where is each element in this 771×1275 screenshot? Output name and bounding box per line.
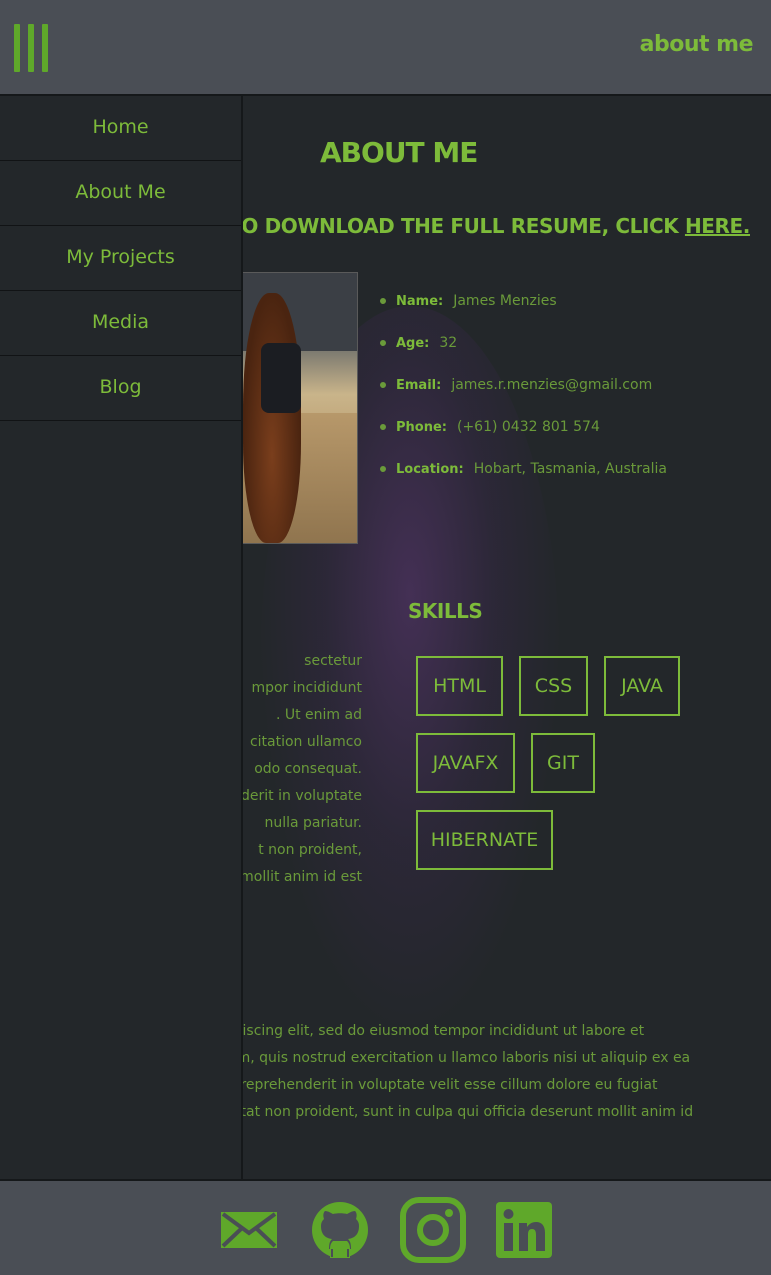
side-navigation: Home About Me My Projects Media Blog (0, 96, 243, 1179)
nav-item-about-me[interactable]: About Me (0, 161, 241, 226)
email-icon[interactable] (219, 1199, 279, 1261)
skill-badge-hibernate: HIBERNATE (416, 810, 553, 870)
skill-badge-java: JAVA (604, 656, 680, 716)
nav-item-blog[interactable]: Blog (0, 356, 241, 421)
menu-bar (14, 24, 20, 72)
info-age: Age: 32 (380, 334, 667, 376)
linkedin-icon[interactable] (494, 1199, 554, 1261)
skill-badge-css: CSS (519, 656, 588, 716)
skill-badge-javafx: JAVAFX (416, 733, 515, 793)
info-email: Email: james.r.menzies@gmail.com (380, 376, 667, 418)
info-phone: Phone: (+61) 0432 801 574 (380, 418, 667, 460)
header-title: about me (639, 32, 754, 57)
personal-info-list: Name: James Menzies Age: 32 Email: james.r.… (380, 292, 667, 502)
info-location: Location: Hobart, Tasmania, Australia (380, 460, 667, 502)
skills-heading: SKILLS (408, 599, 483, 623)
skill-badge-git: GIT (531, 733, 595, 793)
resume-download-link[interactable]: HERE. (685, 214, 750, 238)
nav-item-media[interactable]: Media (0, 291, 241, 356)
nav-item-my-projects[interactable]: My Projects (0, 226, 241, 291)
info-name: Name: James Menzies (380, 292, 667, 334)
instagram-icon[interactable] (400, 1197, 466, 1263)
top-bar: about me (0, 0, 771, 96)
menu-bar (42, 24, 48, 72)
hamburger-menu-icon[interactable] (14, 24, 52, 72)
menu-bar (28, 24, 34, 72)
skill-badge-html: HTML (416, 656, 503, 716)
github-icon[interactable] (310, 1199, 370, 1261)
footer-bar (0, 1179, 771, 1275)
resume-download-text: KE TO DOWNLOAD THE FULL RESUME, CLICK (193, 214, 685, 238)
page-title: ABOUT ME (320, 136, 478, 169)
nav-item-home[interactable]: Home (0, 96, 241, 161)
